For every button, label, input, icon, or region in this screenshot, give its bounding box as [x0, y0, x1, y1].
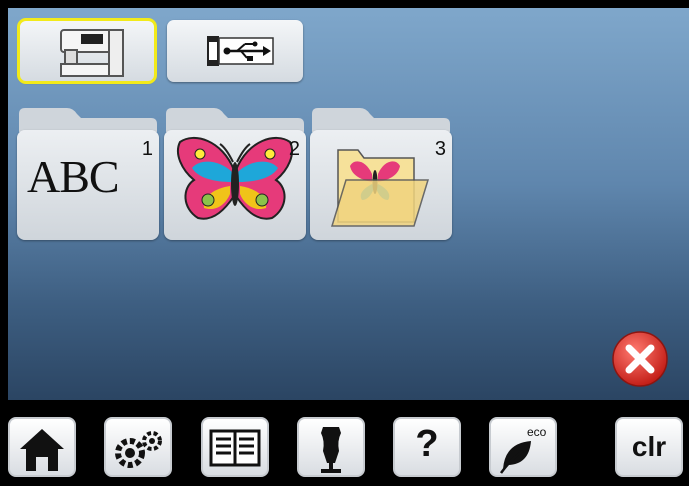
- bottom-toolbar: ? eco clr: [0, 400, 689, 486]
- folder-tab: [312, 108, 450, 132]
- folder-tab: [19, 108, 157, 132]
- creative-consultant-button[interactable]: [297, 417, 365, 477]
- setup-button[interactable]: [104, 417, 172, 477]
- folder-tab: [166, 108, 304, 132]
- gears-icon: [115, 431, 162, 468]
- usb-source-button[interactable]: [167, 20, 303, 82]
- folder-number: 2: [288, 138, 300, 160]
- alphabets-folder[interactable]: ABC 1: [17, 104, 159, 244]
- machine-source-button[interactable]: [17, 18, 157, 84]
- home-button[interactable]: [8, 417, 76, 477]
- folder-number: 3: [434, 138, 446, 160]
- personal-folder-icon: [330, 149, 430, 227]
- leaf-icon: [499, 441, 531, 474]
- help-button[interactable]: ?: [393, 417, 461, 477]
- dress-form-icon: [321, 427, 341, 473]
- sewing-machine-icon: [60, 29, 124, 77]
- embroidery-designs-folder[interactable]: 2: [164, 104, 306, 244]
- tutorial-button[interactable]: [201, 417, 269, 477]
- folder-body: 2: [164, 130, 306, 240]
- folder-body: 3: [310, 130, 452, 240]
- book-icon: [209, 429, 261, 467]
- personal-designs-folder[interactable]: 3: [310, 104, 452, 244]
- clear-button[interactable]: clr: [615, 417, 683, 477]
- folder-number: 1: [141, 138, 153, 160]
- folder-body: ABC 1: [17, 130, 159, 240]
- usb-icon: [207, 36, 274, 66]
- alphabets-icon: ABC: [27, 151, 120, 202]
- butterfly-embroidery-icon: [176, 137, 294, 220]
- clr-label: clr: [631, 431, 667, 462]
- eco-label: eco: [527, 425, 547, 439]
- eco-button[interactable]: eco: [489, 417, 557, 477]
- embroidery-selection-screen: ABC 1 2 3: [8, 8, 689, 400]
- help-icon: ?: [415, 423, 439, 465]
- home-icon: [20, 429, 64, 471]
- close-icon[interactable]: [611, 330, 669, 388]
